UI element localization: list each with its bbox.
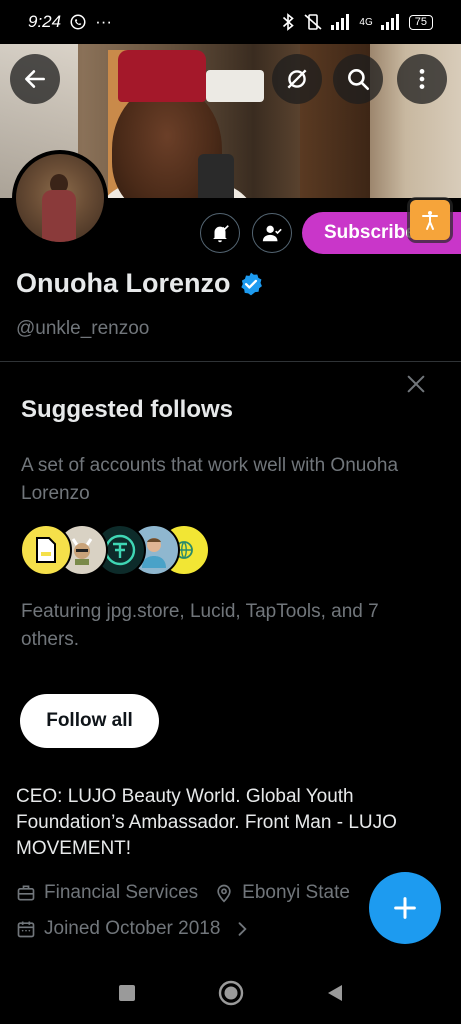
location-pin-icon xyxy=(217,884,231,903)
close-suggestions-button[interactable] xyxy=(400,368,432,400)
home-button[interactable] xyxy=(216,978,246,1008)
search-icon xyxy=(348,69,370,91)
profile-meta-row-1: Financial Services Ebonyi State xyxy=(16,882,350,904)
profile-handle: @unkle_renzoo xyxy=(16,318,150,339)
name-row: Onuoha Lorenzo xyxy=(16,268,264,299)
triangle-back-icon xyxy=(328,985,342,1001)
briefcase-icon xyxy=(17,885,35,901)
profile-joined: Joined October 2018 xyxy=(44,918,221,939)
person-check-icon xyxy=(262,225,282,242)
document-icon xyxy=(36,537,56,563)
status-bar: 9:24 ··· 4G 75 xyxy=(0,0,461,44)
grok-icon xyxy=(287,69,307,89)
profile-category: Financial Services xyxy=(44,882,199,903)
profile-meta-row-2: Joined October 2018 xyxy=(16,918,252,940)
display-name: Onuoha Lorenzo xyxy=(16,268,231,298)
back-arrow-icon xyxy=(25,70,45,88)
suggested-follows-description: A set of accounts that work well with On… xyxy=(21,455,399,504)
more-options-button[interactable] xyxy=(397,54,447,104)
back-nav-button[interactable] xyxy=(320,978,350,1008)
chevron-right-icon[interactable] xyxy=(232,919,252,939)
profile-location: Ebonyi State xyxy=(242,882,350,903)
profile-avatar[interactable] xyxy=(12,150,108,246)
whatsapp-icon xyxy=(70,14,86,30)
bell-check-icon xyxy=(213,225,229,243)
profile-bio: CEO: LUJO Beauty World. Global Youth Fou… xyxy=(16,786,397,859)
notifications-button[interactable] xyxy=(200,213,240,253)
signal-icon xyxy=(331,14,350,30)
status-more-icon: ··· xyxy=(95,12,113,31)
bluetooth-icon xyxy=(283,13,295,31)
signal-icon-2 xyxy=(380,14,399,30)
close-icon xyxy=(407,375,425,393)
grok-button[interactable] xyxy=(272,54,322,104)
vibrate-mute-icon xyxy=(304,14,322,30)
suggested-avatars[interactable] xyxy=(20,524,210,576)
following-button[interactable] xyxy=(252,213,292,253)
suggested-follows-title: Suggested follows xyxy=(21,396,234,423)
recent-apps-button[interactable] xyxy=(112,978,142,1008)
follow-all-button[interactable]: Follow all xyxy=(20,694,159,748)
verified-badge-icon[interactable] xyxy=(238,271,264,297)
back-button[interactable] xyxy=(10,54,60,104)
system-navigation-bar xyxy=(0,960,461,1024)
search-button[interactable] xyxy=(333,54,383,104)
battery-icon: 75 xyxy=(408,14,433,30)
more-vertical-icon xyxy=(419,69,425,89)
featuring-text: Featuring jpg.store, Lucid, TapTools, an… xyxy=(21,601,379,650)
status-time: 9:24 xyxy=(28,12,62,31)
accessibility-button[interactable] xyxy=(410,200,450,240)
accessibility-icon xyxy=(422,211,438,230)
compose-post-button[interactable] xyxy=(369,872,441,944)
taptools-logo-icon xyxy=(104,534,136,566)
network-type: 4G xyxy=(359,16,373,28)
plus-icon xyxy=(394,897,416,919)
square-icon xyxy=(119,985,135,1001)
calendar-icon xyxy=(17,921,35,938)
home-circle-icon xyxy=(218,980,244,1006)
jpg-store-avatar[interactable] xyxy=(20,524,72,576)
